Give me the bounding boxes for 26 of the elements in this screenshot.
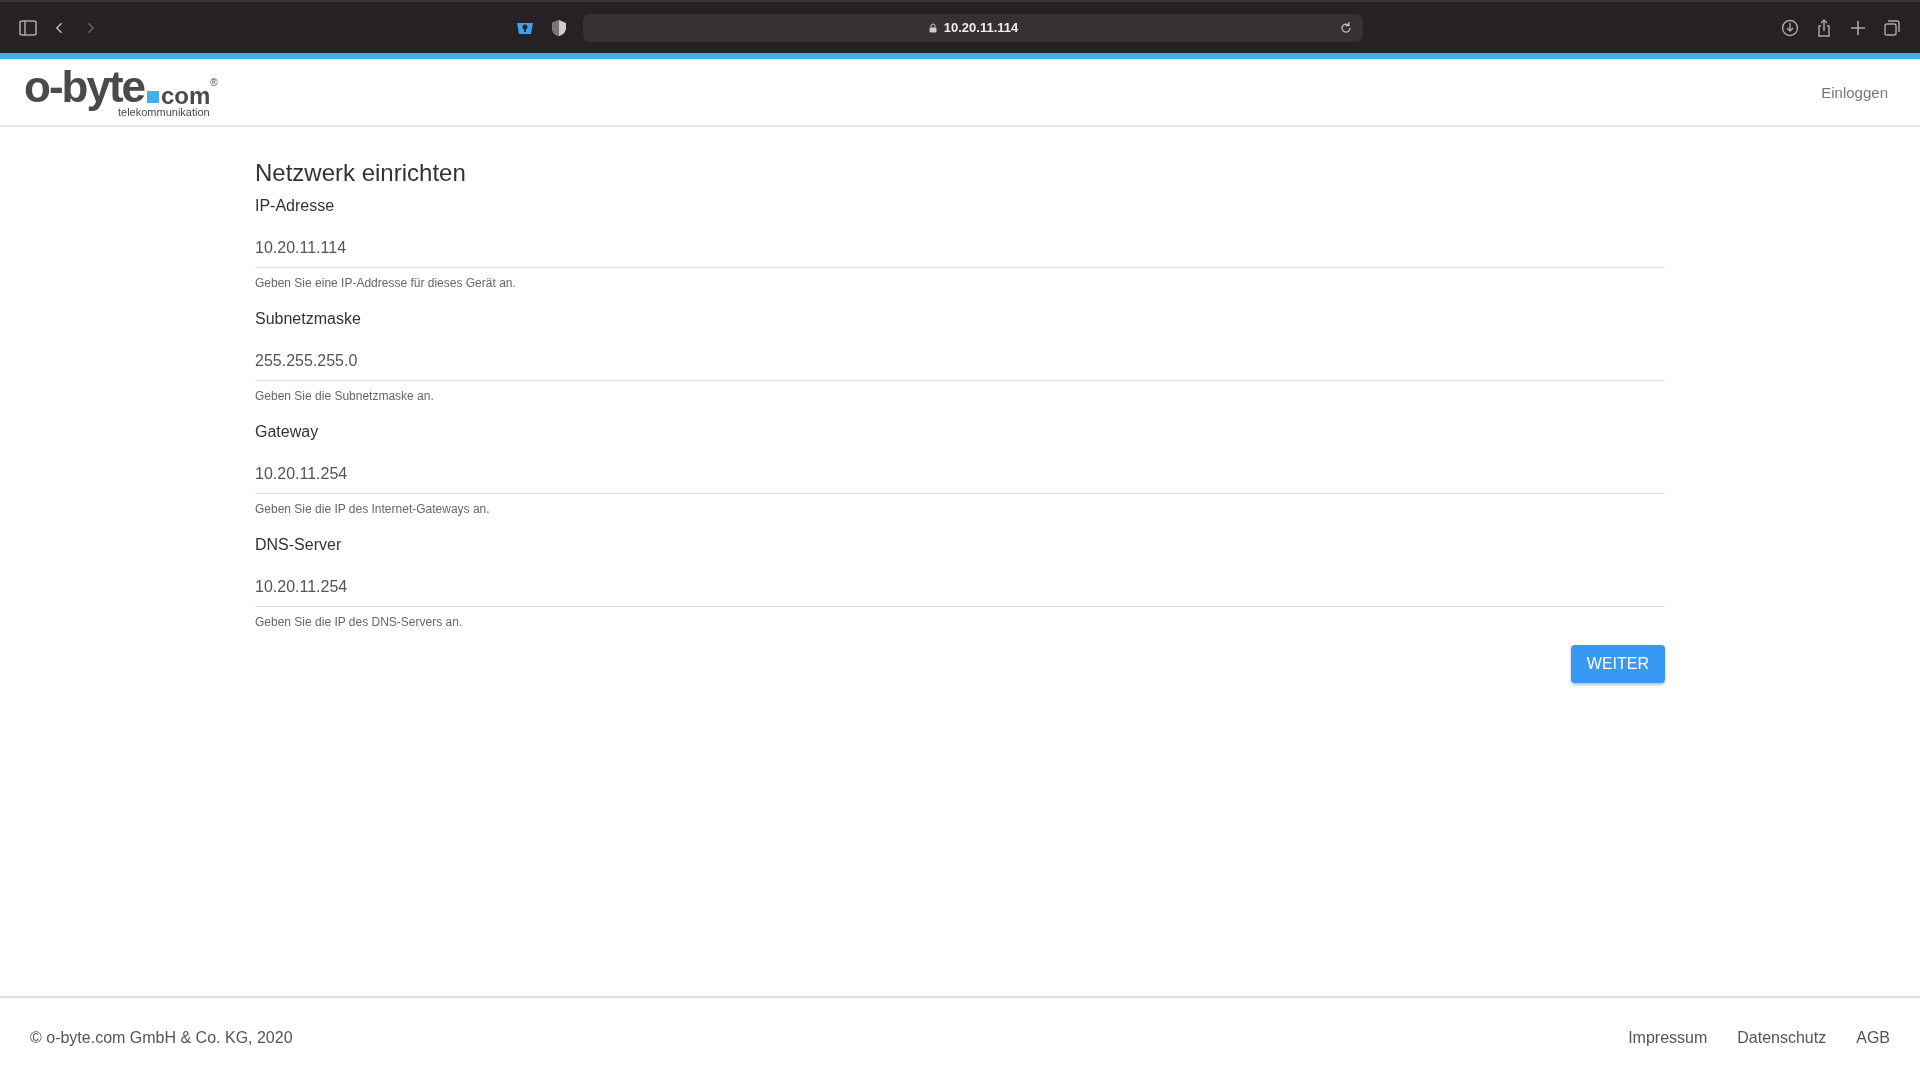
field-label: IP-Adresse xyxy=(255,197,336,215)
copyright-text: © o-byte.com GmbH & Co. KG, 2020 xyxy=(30,1029,293,1047)
field-hint: Geben Sie die IP des DNS-Servers an. xyxy=(255,615,464,629)
input-field[interactable]: 10.20.11.254 xyxy=(255,574,1665,607)
address-bar[interactable]: 10.20.11.114 xyxy=(583,13,1363,42)
company-logo[interactable]: o-byte com® telekommunikation xyxy=(24,67,234,117)
login-link[interactable]: Einloggen xyxy=(1821,83,1888,101)
field-hint: Geben Sie die Subnetzmaske an. xyxy=(255,389,435,403)
input-field[interactable]: 10.20.11.114 xyxy=(255,235,1665,268)
download-icon[interactable] xyxy=(1780,17,1800,38)
shield-icon[interactable] xyxy=(549,17,569,38)
input-field[interactable]: 255.255.255.0 xyxy=(255,348,1665,381)
field-label: Gateway xyxy=(255,423,320,441)
reload-icon[interactable] xyxy=(1339,20,1353,35)
url-text: 10.20.11.114 xyxy=(943,20,1019,35)
field-hint: Geben Sie eine IP-Addresse für dieses Gerät an. xyxy=(255,276,517,290)
input-field[interactable]: 10.20.11.254 xyxy=(255,461,1665,494)
field-hint: Geben Sie die IP des Internet-Gateways an. xyxy=(255,502,491,516)
field-label: DNS-Server xyxy=(255,536,343,554)
sidebar-icon[interactable] xyxy=(18,17,38,38)
footer-link[interactable]: AGB xyxy=(1856,1029,1890,1047)
field-label: Subnetzmaske xyxy=(255,310,362,328)
footer-link[interactable]: Impressum xyxy=(1628,1029,1708,1047)
page-title: Netzwerk einrichten xyxy=(255,159,467,187)
tabs-icon[interactable] xyxy=(1882,17,1902,38)
footer-link[interactable]: Datenschutz xyxy=(1737,1029,1827,1047)
